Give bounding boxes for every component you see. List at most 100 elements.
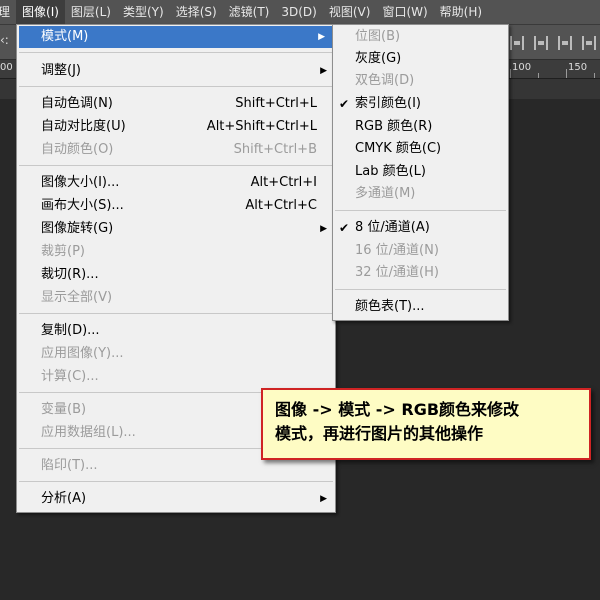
menu-item-label: 调整(J)	[41, 63, 81, 78]
menu-item-label: 模式(M)	[41, 29, 89, 44]
check-icon: ✔	[339, 97, 350, 111]
menu-item-label: 图像旋转(G)	[41, 221, 114, 236]
menu-item-calculations: 计算(C)...	[17, 366, 335, 388]
menu-item-adjust[interactable]: 调整(J) ▶	[17, 60, 335, 82]
menu-item-label: 画布大小(S)...	[41, 198, 124, 213]
menu-window[interactable]: 窗口(W)	[376, 0, 433, 24]
align-center-icon[interactable]	[510, 36, 524, 50]
menu-item-label: 灰度(G)	[355, 51, 402, 66]
menu-item-label: 应用图像(Y)...	[41, 346, 124, 361]
mode-color-table[interactable]: 颜色表(T)...	[333, 296, 508, 318]
menu-item-label: 16 位/通道(N)	[355, 243, 439, 258]
menu-type[interactable]: 类型(Y)	[117, 0, 170, 24]
menu-item-label: 自动对比度(U)	[41, 119, 126, 134]
menu-layer[interactable]: 图层(L)	[65, 0, 117, 24]
submenu-arrow-icon: ▶	[320, 224, 327, 234]
menu-image[interactable]: 图像(I)	[16, 0, 65, 24]
align-middle-icon[interactable]	[534, 36, 548, 50]
shortcut-label: Shift+Ctrl+B	[233, 142, 317, 157]
menu-item-image-rotation[interactable]: 图像旋转(G) ▶	[17, 218, 335, 240]
menu-item-auto-contrast[interactable]: 自动对比度(U) Alt+Shift+Ctrl+L	[17, 116, 335, 138]
separator	[19, 86, 333, 87]
menu-3d[interactable]: 3D(D)	[275, 0, 322, 24]
mode-lab-color[interactable]: Lab 颜色(L)	[333, 161, 508, 183]
menu-item-canvas-size[interactable]: 画布大小(S)... Alt+Ctrl+C	[17, 195, 335, 217]
annotation-callout: 图像 -> 模式 -> RGB颜色来修改 模式，再进行图片的其他操作	[261, 388, 591, 460]
menu-help[interactable]: 帮助(H)	[434, 0, 488, 24]
menu-item-auto-color: 自动颜色(O) Shift+Ctrl+B	[17, 139, 335, 161]
menu-view[interactable]: 视图(V)	[323, 0, 377, 24]
mode-rgb-color[interactable]: RGB 颜色(R)	[333, 116, 508, 138]
mode-duotone: 双色调(D)	[333, 70, 508, 92]
menu-item-apply-image: 应用图像(Y)...	[17, 343, 335, 365]
menu-item-duplicate[interactable]: 复制(D)...	[17, 320, 335, 342]
menu-item-crop: 裁剪(P)	[17, 241, 335, 263]
menu-item-label: 自动色调(N)	[41, 96, 113, 111]
menu-item-label: 图像大小(I)...	[41, 175, 120, 190]
ruler-label: 100	[512, 62, 532, 73]
menu-item-trim[interactable]: 裁切(R)...	[17, 264, 335, 286]
separator	[19, 313, 333, 314]
mode-submenu: 位图(B) 灰度(G) 双色调(D) ✔ 索引颜色(I) RGB 颜色(R) C…	[332, 24, 509, 321]
ruler-label: 150	[568, 62, 588, 73]
menu-item-label: 分析(A)	[41, 491, 87, 506]
menu-item-label: Lab 颜色(L)	[355, 164, 426, 179]
menu-item-label: 显示全部(V)	[41, 290, 113, 305]
distribute-horizontal-icon[interactable]	[582, 36, 596, 50]
mode-8-bit[interactable]: ✔ 8 位/通道(A)	[333, 217, 508, 239]
mode-cmyk-color[interactable]: CMYK 颜色(C)	[333, 138, 508, 160]
menu-fragment-left[interactable]: 理	[0, 0, 16, 24]
menu-item-label: 裁切(R)...	[41, 267, 99, 282]
menu-item-label: 应用数据组(L)...	[41, 425, 136, 440]
shortcut-label: Alt+Shift+Ctrl+L	[206, 119, 317, 134]
menu-select[interactable]: 选择(S)	[170, 0, 223, 24]
mode-multichannel: 多通道(M)	[333, 183, 508, 205]
menu-item-label: 变量(B)	[41, 402, 87, 417]
mode-32-bit: 32 位/通道(H)	[333, 262, 508, 284]
menubar: 理 图像(I) 图层(L) 类型(Y) 选择(S) 滤镜(T) 3D(D) 视图…	[0, 0, 600, 25]
menu-item-label: 复制(D)...	[41, 323, 100, 338]
menu-item-mode[interactable]: 模式(M) ▶	[19, 26, 333, 48]
ruler-tick	[538, 73, 539, 78]
menu-item-label: 位图(B)	[355, 29, 401, 44]
menu-item-label: 多通道(M)	[355, 186, 416, 201]
menu-item-label: 陷印(T)...	[41, 458, 98, 473]
mode-16-bit: 16 位/通道(N)	[333, 240, 508, 262]
submenu-arrow-icon: ▶	[320, 494, 327, 504]
menu-item-label: 自动颜色(O)	[41, 142, 114, 157]
mode-grayscale[interactable]: 灰度(G)	[333, 48, 508, 70]
menu-item-label: 8 位/通道(A)	[355, 220, 430, 235]
separator	[335, 210, 506, 211]
menu-filter[interactable]: 滤镜(T)	[223, 0, 276, 24]
menu-item-analysis[interactable]: 分析(A) ▶	[17, 488, 335, 510]
menu-item-label: 双色调(D)	[355, 73, 415, 88]
check-icon: ✔	[339, 221, 350, 235]
menu-item-label: 颜色表(T)...	[355, 299, 425, 314]
ruler-label: 00	[0, 62, 13, 73]
menu-item-image-size[interactable]: 图像大小(I)... Alt+Ctrl+I	[17, 172, 335, 194]
ruler-tick	[510, 69, 511, 78]
shortcut-label: Alt+Ctrl+I	[250, 175, 317, 190]
menu-item-label: 裁剪(P)	[41, 244, 85, 259]
menu-item-label: 计算(C)...	[41, 369, 99, 384]
menu-item-auto-tone[interactable]: 自动色调(N) Shift+Ctrl+L	[17, 93, 335, 115]
separator	[335, 289, 506, 290]
submenu-arrow-icon: ▶	[318, 32, 325, 42]
ruler-tick	[566, 69, 567, 78]
distribute-icon[interactable]	[558, 36, 572, 50]
separator	[19, 52, 333, 53]
separator	[19, 165, 333, 166]
mode-indexed-color[interactable]: ✔ 索引颜色(I)	[333, 93, 508, 115]
ruler-tick	[594, 73, 595, 78]
submenu-arrow-icon: ▶	[320, 66, 327, 76]
shortcut-label: Alt+Ctrl+C	[245, 198, 317, 213]
mode-bitmap: 位图(B)	[333, 26, 508, 48]
separator	[19, 481, 333, 482]
align-tools	[510, 34, 600, 52]
options-fragment: ‹:	[0, 33, 9, 47]
callout-line-2: 模式，再进行图片的其他操作	[275, 424, 484, 443]
menu-item-label: 32 位/通道(H)	[355, 265, 439, 280]
callout-line-1: 图像 -> 模式 -> RGB颜色来修改	[275, 400, 520, 419]
menu-item-reveal-all: 显示全部(V)	[17, 287, 335, 309]
menu-item-label: RGB 颜色(R)	[355, 119, 433, 134]
